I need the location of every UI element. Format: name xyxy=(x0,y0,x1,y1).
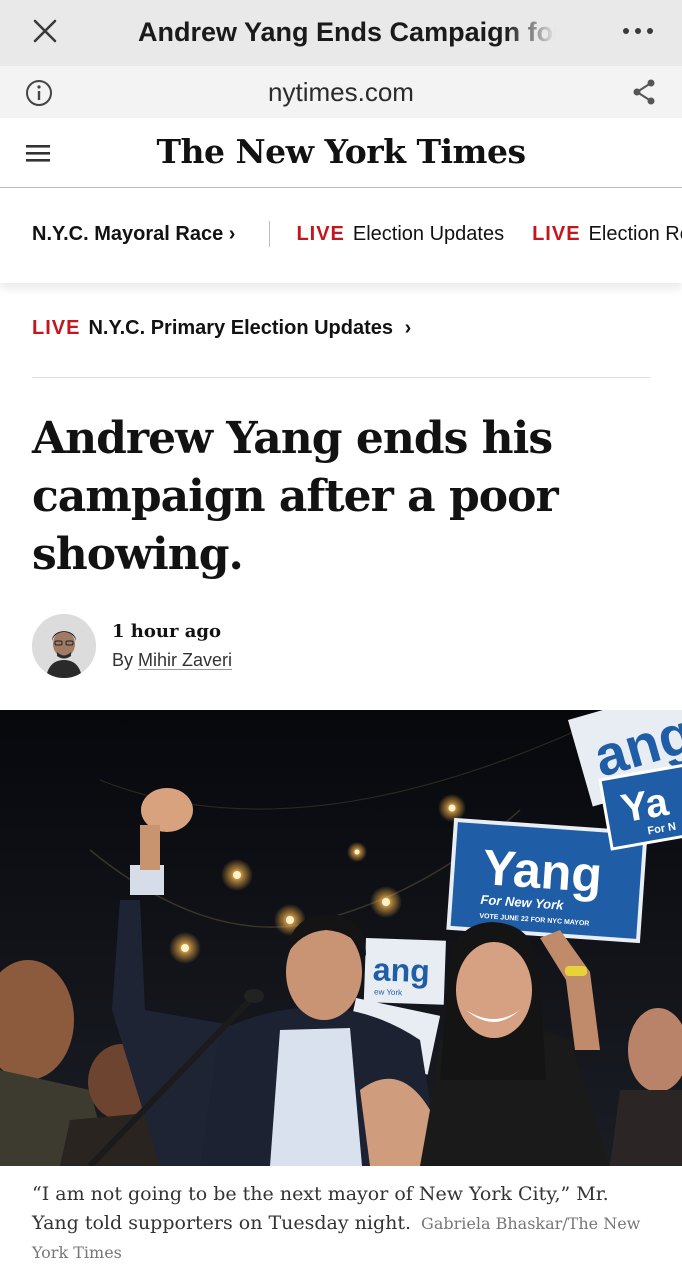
nav-item-label: Election Res xyxy=(588,223,682,245)
nav-item-election-results[interactable]: LIVE Election Res xyxy=(532,221,682,247)
article-photo: Yang For New York VOTE JUNE 22 FOR NYC M… xyxy=(0,710,682,1166)
live-badge: LIVE xyxy=(296,223,345,245)
url-text[interactable]: nytimes.com xyxy=(0,76,682,108)
live-badge: LIVE xyxy=(532,223,581,245)
divider xyxy=(32,377,650,378)
sign-text: ew York xyxy=(374,987,403,997)
photo-caption: “I am not going to be the next mayor of … xyxy=(32,1180,652,1267)
author-link[interactable]: Mihir Zaveri xyxy=(138,650,232,670)
close-icon[interactable] xyxy=(28,14,62,48)
nav-item-election-updates[interactable]: LIVE Election Updates xyxy=(296,221,504,247)
live-badge: LIVE xyxy=(32,317,81,339)
browser-page-title: Andrew Yang Ends Campaign for xyxy=(138,17,556,47)
site-logo[interactable]: The New York Times xyxy=(0,130,682,174)
byline: By Mihir Zaveri xyxy=(112,648,232,672)
article-timestamp: 1 hour ago xyxy=(112,621,221,642)
browser-top-bar: Andrew Yang Ends Campaign for xyxy=(0,0,682,66)
nav-item-mayoral-race[interactable]: N.Y.C. Mayoral Race › xyxy=(32,221,235,247)
nav-item-label: N.Y.C. Mayoral Race xyxy=(32,223,224,245)
section-nav: N.Y.C. Mayoral Race › LIVE Election Updat… xyxy=(0,189,682,283)
address-bar: nytimes.com xyxy=(0,66,682,118)
chevron-right-icon: › xyxy=(228,223,236,245)
avatar[interactable] xyxy=(32,614,96,678)
byline-prefix: By xyxy=(112,650,134,670)
live-updates-label: N.Y.C. Primary Election Updates xyxy=(88,317,393,339)
article-headline: Andrew Yang ends his campaign after a po… xyxy=(32,413,559,580)
nav-item-label: Election Updates xyxy=(352,223,505,245)
sign-text: ang xyxy=(372,951,430,989)
share-icon[interactable] xyxy=(628,76,660,108)
more-icon[interactable] xyxy=(618,18,658,44)
live-updates-link[interactable]: LIVE N.Y.C. Primary Election Updates › xyxy=(32,315,411,341)
site-header: The New York Times xyxy=(0,118,682,188)
chevron-right-icon: › xyxy=(404,317,412,339)
nav-divider xyxy=(269,221,271,247)
